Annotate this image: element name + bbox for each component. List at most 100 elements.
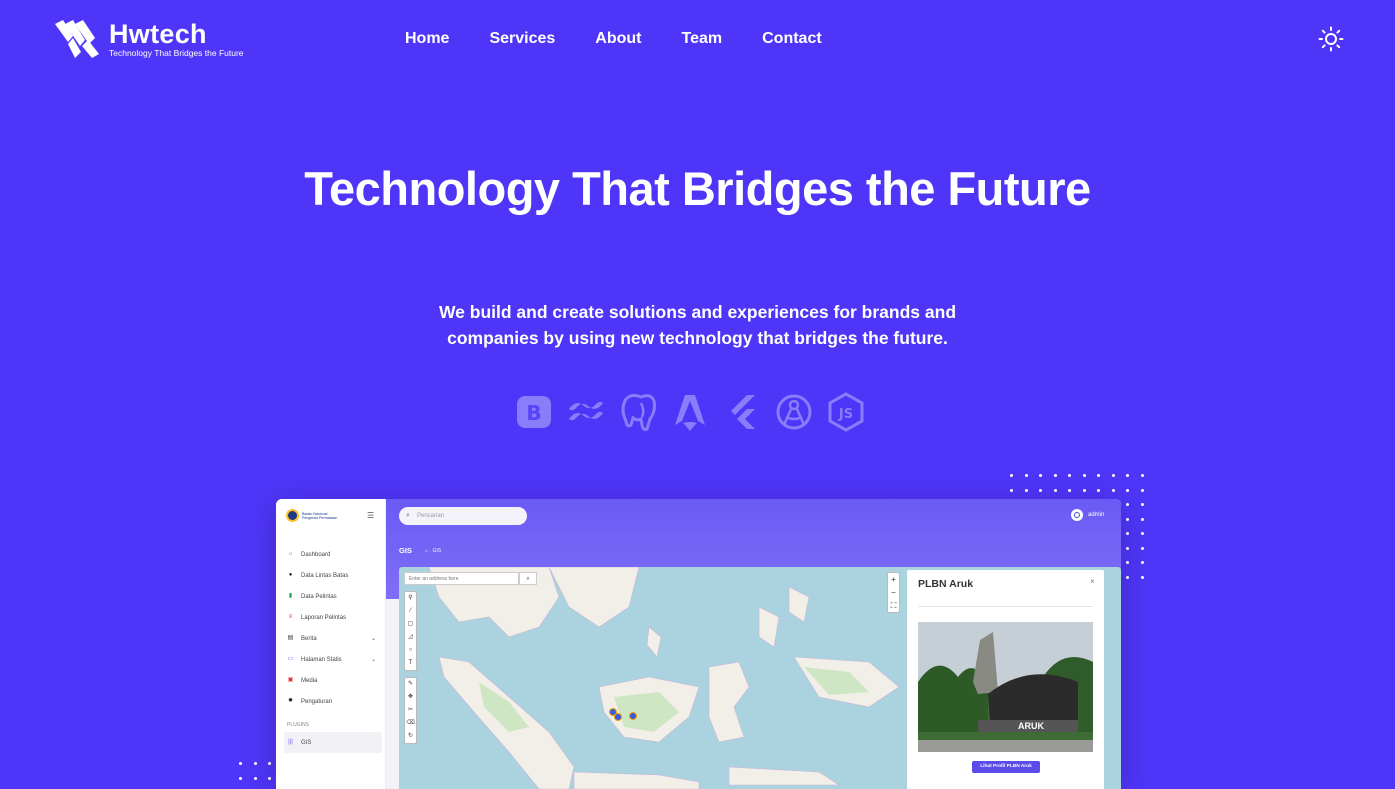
polyline-icon[interactable]: ⁄ bbox=[405, 605, 416, 618]
plbn-photo: ARUK bbox=[918, 622, 1093, 752]
decorative-dot bbox=[1053, 488, 1057, 492]
view-profile-button[interactable]: Lihat Profil PLBN Aruk bbox=[972, 761, 1040, 773]
zoom-out-icon[interactable]: − bbox=[888, 586, 899, 599]
gear-icon: ✹ bbox=[287, 698, 294, 704]
popup-divider bbox=[918, 606, 1093, 607]
sidebar-item-pengaturan[interactable]: ✹ Pengaturan bbox=[284, 691, 382, 712]
decorative-dot bbox=[1097, 474, 1100, 477]
decorative-dot bbox=[1140, 488, 1144, 492]
hero-title: Technology That Bridges the Future bbox=[304, 162, 1091, 215]
sidebar-item-label: Data Pelintas bbox=[301, 593, 337, 600]
decorative-dot bbox=[1010, 474, 1013, 477]
decorative-dot bbox=[1140, 517, 1144, 521]
decorative-dot bbox=[1111, 488, 1115, 492]
mockup-user-menu[interactable]: admin bbox=[1071, 509, 1104, 521]
decorative-dot bbox=[1140, 474, 1144, 477]
list-icon: ≡ bbox=[288, 614, 293, 620]
edit-icon[interactable]: ✎ bbox=[405, 678, 416, 691]
sidebar-item-label: Laporan Pelintas bbox=[301, 614, 347, 621]
zoom-in-icon[interactable]: + bbox=[888, 573, 899, 586]
sidebar-item-label: Halaman Statis bbox=[301, 656, 342, 663]
nav-about-link[interactable]: About bbox=[595, 30, 641, 48]
decorative-dot bbox=[1024, 474, 1028, 477]
nav-services-link[interactable]: Services bbox=[489, 30, 555, 48]
map-marker[interactable] bbox=[614, 713, 622, 721]
circle-icon[interactable]: ○ bbox=[405, 644, 416, 657]
sidebar-section-plugins: PLUGINS bbox=[287, 722, 309, 728]
mockup-main: ⌕ Pencarian admin GIS ⌂ · GIS Enter an a… bbox=[386, 499, 1121, 789]
rectangle-icon[interactable]: ▢ bbox=[405, 618, 416, 631]
decorative-dot bbox=[1126, 474, 1129, 477]
search-icon: ⌕ bbox=[406, 512, 410, 519]
mockup-search-input[interactable]: ⌕ Pencarian bbox=[399, 507, 527, 525]
map-edit-toolbar: ✎ ✥ ✂ ⌫ ↻ bbox=[404, 677, 417, 744]
breadcrumb-current: GIS bbox=[432, 548, 442, 554]
decorative-dot bbox=[1111, 474, 1115, 477]
decorative-dot bbox=[1140, 575, 1144, 579]
sidebar-item-data-lintas-batas[interactable]: ● Data Lintas Batas bbox=[284, 565, 382, 586]
menu-icon[interactable]: ☰ bbox=[367, 512, 374, 520]
brand-name: Hwtech bbox=[109, 18, 207, 49]
decorative-dot bbox=[1140, 532, 1144, 535]
tailwind-icon bbox=[564, 390, 608, 434]
sidebar-item-dashboard[interactable]: ⌂ Dashboard bbox=[284, 544, 382, 565]
decorative-dot bbox=[253, 776, 257, 780]
decorative-dot bbox=[1039, 474, 1042, 477]
decorative-dot bbox=[239, 776, 242, 780]
sidebar-item-label: GIS bbox=[301, 739, 312, 746]
popup-title: PLBN Aruk bbox=[918, 578, 974, 590]
hero-subtitle: We build and create solutions and experi… bbox=[438, 302, 957, 348]
decorative-dot bbox=[1024, 488, 1028, 492]
close-icon[interactable]: × bbox=[1090, 577, 1095, 586]
sidebar-item-data-pelintas[interactable]: ▮ Data Pelintas bbox=[284, 586, 382, 607]
flutter-icon bbox=[720, 390, 764, 434]
map-draw-toolbar: ⚲ ⁄ ▢ ◿ ○ T bbox=[404, 591, 417, 671]
move-icon[interactable]: ✥ bbox=[405, 691, 416, 704]
nav-menu: Home Services About Team Contact bbox=[405, 30, 862, 48]
mockup-breadcrumb: ⌂ · GIS bbox=[425, 548, 441, 554]
sidebar-item-label: Pengaturan bbox=[301, 698, 333, 705]
decorative-dot bbox=[268, 762, 271, 765]
svg-text:B: B bbox=[526, 401, 541, 425]
tech-stack-row: B JS bbox=[512, 390, 876, 434]
cut-icon[interactable]: ✂ bbox=[405, 704, 416, 717]
decorative-dot bbox=[1126, 517, 1129, 521]
hwtech-logo-icon bbox=[55, 20, 99, 58]
marker-icon[interactable]: ⚲ bbox=[405, 592, 416, 605]
sidebar-item-laporan-pelintas[interactable]: ≡ Laporan Pelintas bbox=[284, 607, 382, 628]
text-icon[interactable]: T bbox=[405, 657, 416, 670]
chevron-down-icon: ⌄ bbox=[370, 636, 376, 642]
decorative-dot bbox=[1068, 474, 1071, 477]
sidebar-item-media[interactable]: ▣ Media bbox=[284, 670, 382, 691]
decorative-dot bbox=[268, 776, 271, 780]
brand-logo[interactable]: Hwtech Technology That Bridges the Futur… bbox=[55, 20, 244, 58]
rotate-icon[interactable]: ↻ bbox=[405, 730, 416, 743]
map-zoom-controls: + − ⛶ bbox=[887, 572, 900, 613]
sun-icon[interactable] bbox=[1318, 26, 1344, 52]
map-address-input[interactable]: Enter an address here bbox=[404, 572, 519, 585]
nav-contact-link[interactable]: Contact bbox=[762, 30, 822, 48]
search-icon[interactable]: ⌕ bbox=[519, 572, 537, 585]
fullscreen-icon[interactable]: ⛶ bbox=[888, 599, 899, 612]
sidebar-item-halaman-statis[interactable]: ▭ Halaman Statis ⌄ bbox=[284, 649, 382, 670]
decorative-dot bbox=[1140, 561, 1144, 564]
mockup-page-title: GIS bbox=[399, 546, 412, 555]
decorative-dot bbox=[1097, 488, 1100, 492]
nav-home-link[interactable]: Home bbox=[405, 30, 449, 48]
compass-icon bbox=[772, 390, 816, 434]
astro-icon bbox=[668, 390, 712, 434]
svg-text:JS: JS bbox=[838, 407, 853, 422]
decorative-dot bbox=[1140, 546, 1144, 550]
decorative-dots-left bbox=[239, 762, 279, 786]
decorative-dot bbox=[253, 762, 257, 765]
eraser-icon[interactable]: ⌫ bbox=[405, 717, 416, 730]
gis-map[interactable]: Enter an address here ⌕ ⚲ ⁄ ▢ ◿ ○ T ✎ ✥ … bbox=[399, 567, 1121, 789]
sidebar-item-gis[interactable]: ||| GIS bbox=[284, 732, 382, 753]
map-marker[interactable] bbox=[629, 712, 637, 720]
bootstrap-icon: B bbox=[512, 390, 556, 434]
sidebar-item-berita[interactable]: ▤ Berita ⌄ bbox=[284, 628, 382, 649]
postgresql-icon bbox=[616, 390, 660, 434]
bnpp-logo-icon bbox=[286, 509, 299, 522]
polygon-icon[interactable]: ◿ bbox=[405, 631, 416, 644]
nav-team-link[interactable]: Team bbox=[682, 30, 723, 48]
